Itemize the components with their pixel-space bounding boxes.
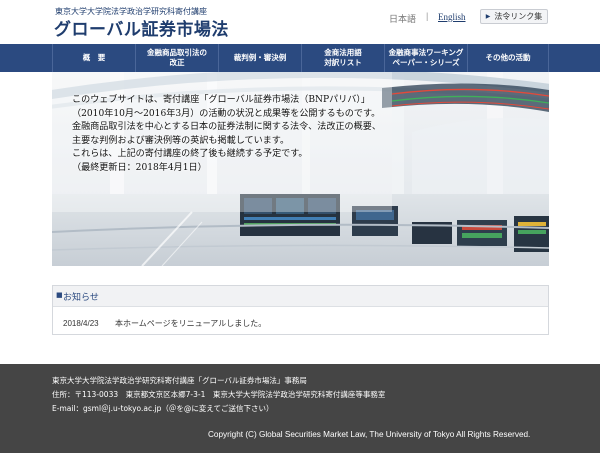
lang-separator: | <box>426 11 429 21</box>
site-footer: 東京大学大学院法学政治学研究科寄付講座「グローバル証券市場法」事務局 住所：〒1… <box>0 364 600 453</box>
nav-item-label: その他の活動 <box>485 53 531 63</box>
nav-item-cases[interactable]: 裁判例・審決例 <box>218 44 301 72</box>
lang-english-link[interactable]: English <box>438 12 466 22</box>
nav-item-label: 概 要 <box>82 53 106 63</box>
copyright: Copyright (C) Global Securities Market L… <box>208 430 531 439</box>
footer-office: 東京大学大学院法学政治学研究科寄付講座「グローバル証券市場法」事務局 <box>52 376 307 385</box>
nav-item-label: 裁判例・審決例 <box>233 53 287 63</box>
legal-links-button[interactable]: ▶ 法令リンク集 <box>480 9 548 24</box>
nav-item-working-papers[interactable]: 金融商事法ワーキング ペーパー・シリーズ <box>384 44 467 72</box>
caret-right-icon: ▶ <box>485 14 491 20</box>
nav-item-overview[interactable]: 概 要 <box>52 44 135 72</box>
legal-links-label: 法令リンク集 <box>494 12 543 21</box>
nav-item-label: 金融商事法ワーキング ペーパー・シリーズ <box>388 48 464 67</box>
nav-item-label: 金商法用語 対訳リスト <box>324 48 362 67</box>
hero-banner: このウェブサイトは、寄付講座「グローバル証券市場法（BNPパリバ）」 （2010… <box>52 72 549 266</box>
hero-line: （最終更新日：2018年4月1日） <box>72 162 207 173</box>
nav-item-fiea-amendments[interactable]: 金融商品取引法の 改正 <box>135 44 218 72</box>
notice-title: お知らせ <box>63 293 99 303</box>
site-title-link[interactable]: グローバル証券市場法 <box>54 15 229 40</box>
notice-text: 本ホームページをリニューアルしました。 <box>115 319 267 328</box>
square-bullet-icon: ■ <box>56 291 63 299</box>
hero-line: 主要な判例および審決例等の英訳も掲載しています。 <box>72 135 290 146</box>
hero-description: このウェブサイトは、寄付講座「グローバル証券市場法（BNPパリバ）」 （2010… <box>72 94 381 176</box>
nav-item-glossary[interactable]: 金商法用語 対訳リスト <box>301 44 384 72</box>
footer-address: 住所：〒113-0033 東京都文京区本郷7-3-1 東京大学大学院法学政治学研… <box>52 390 386 399</box>
main-nav: 概 要 金融商品取引法の 改正 裁判例・審決例 金商法用語 対訳リスト 金融商事… <box>0 44 600 72</box>
hero-line: （2010年10月～2016年3月）の活動の状況と成果等を公開するものです。 <box>72 108 381 119</box>
hero-line: これらは、上記の寄付講座の終了後も継続する予定です。 <box>72 149 308 160</box>
nav-item-other-activities[interactable]: その他の活動 <box>467 44 549 72</box>
hero-line: このウェブサイトは、寄付講座「グローバル証券市場法（BNPパリバ）」 <box>72 95 371 105</box>
notice-date: 2018/4/23 <box>63 319 99 328</box>
notice-box: ■ お知らせ 2018/4/23 本ホームページをリニューアルしました。 <box>52 285 549 335</box>
notice-header: ■ お知らせ <box>53 286 548 307</box>
lang-japanese-link[interactable]: 日本語 <box>389 12 416 25</box>
site-header: 東京大学大学院法学政治学研究科寄付講座 グローバル証券市場法 日本語 | Eng… <box>0 0 600 44</box>
footer-email: E-mail：gsml＠j.u-tokyo.ac.jp（＠を@に変えてご送信下さ… <box>52 404 274 413</box>
hero-line: 金融商品取引法を中心とする日本の証券法制に関する法令、法改正の概要、 <box>72 122 381 133</box>
nav-item-label: 金融商品取引法の 改正 <box>147 48 207 67</box>
